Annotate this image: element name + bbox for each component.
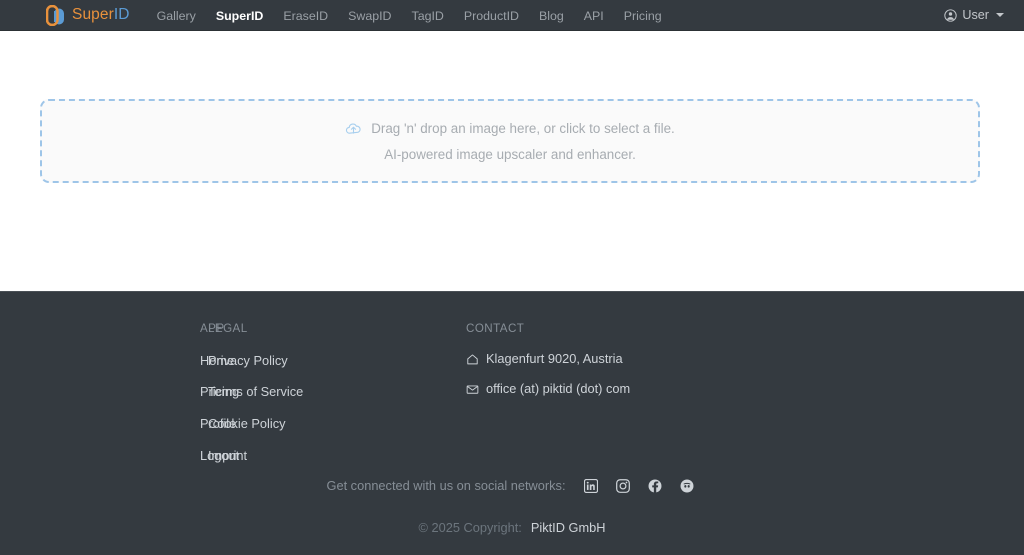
dropzone-primary-text: Drag 'n' drop an image here, or click to… xyxy=(371,122,675,135)
app-page: SuperID Gallery SuperID EraseID SwapID T… xyxy=(0,0,1024,555)
site-footer: APP Home Pricing Profile Logout LEGAL Pr… xyxy=(0,291,1024,555)
footer-column-contact: CONTACT Klagenfurt 9020, Austria office … xyxy=(466,323,766,480)
contact-address-label: Klagenfurt 9020, Austria xyxy=(486,353,623,366)
brand-logo-link[interactable]: SuperID xyxy=(46,5,130,26)
home-icon xyxy=(466,353,479,366)
main-content: Drag 'n' drop an image here, or click to… xyxy=(0,31,1024,291)
footer-link-imprint[interactable]: Imprint xyxy=(208,448,247,463)
list-item[interactable]: Home xyxy=(200,353,208,368)
chevron-down-icon xyxy=(996,13,1004,17)
user-menu-label: User xyxy=(962,8,989,22)
list-item[interactable]: Logout xyxy=(200,448,208,463)
navbar-right: User xyxy=(938,5,1010,25)
footer-link-cookie-policy[interactable]: Cookie Policy xyxy=(208,416,286,431)
list-item[interactable]: Cookie Policy xyxy=(208,416,466,431)
brand-text-id: ID xyxy=(114,6,130,23)
user-circle-icon xyxy=(944,9,957,22)
social-networks-bar: Get connected with us on social networks… xyxy=(0,479,1024,493)
nav-item-eraseid[interactable]: EraseID xyxy=(273,7,338,23)
footer-app-links: Home Pricing Profile Logout xyxy=(200,353,208,463)
nav-item-productid[interactable]: ProductID xyxy=(454,7,529,23)
nav-link-gallery[interactable]: Gallery xyxy=(147,6,206,26)
footer-columns: APP Home Pricing Profile Logout LEGAL Pr… xyxy=(0,292,1024,480)
footer-contact-title: CONTACT xyxy=(466,323,766,335)
nav-item-pricing[interactable]: Pricing xyxy=(614,7,672,23)
envelope-icon xyxy=(466,383,479,396)
footer-link-privacy-policy[interactable]: Privacy Policy xyxy=(208,353,288,368)
nav-link-superid[interactable]: SuperID xyxy=(206,6,274,26)
brand-text: SuperID xyxy=(72,6,130,24)
dropzone-secondary-text: AI-powered image upscaler and enhancer. xyxy=(384,148,636,161)
facebook-icon[interactable] xyxy=(648,479,662,493)
nav-item-api[interactable]: API xyxy=(574,7,614,23)
nav-link-swapid[interactable]: SwapID xyxy=(338,6,401,26)
nav-link-api[interactable]: API xyxy=(574,6,614,26)
footer-link-terms-of-service[interactable]: Terms of Service xyxy=(208,384,303,399)
discord-icon[interactable] xyxy=(680,479,694,493)
nav-link-tagid[interactable]: TagID xyxy=(402,6,454,26)
list-item[interactable]: Privacy Policy xyxy=(208,353,466,368)
copyright-prefix: © 2025 Copyright: xyxy=(418,520,521,535)
footer-column-app: APP Home Pricing Profile Logout xyxy=(0,323,208,480)
social-networks-label: Get connected with us on social networks… xyxy=(327,480,566,493)
nav-link-pricing[interactable]: Pricing xyxy=(614,6,672,26)
top-navbar: SuperID Gallery SuperID EraseID SwapID T… xyxy=(0,0,1024,31)
list-item[interactable]: Profile xyxy=(200,416,208,431)
cloud-upload-icon xyxy=(345,120,362,137)
brand-text-super: Super xyxy=(72,6,114,23)
linkedin-icon[interactable] xyxy=(584,479,598,493)
nav-item-blog[interactable]: Blog xyxy=(529,7,574,23)
image-dropzone[interactable]: Drag 'n' drop an image here, or click to… xyxy=(40,99,980,183)
copyright-company: PiktID GmbH xyxy=(531,520,606,535)
list-item[interactable]: Imprint xyxy=(208,448,466,463)
list-item[interactable]: Pricing xyxy=(200,384,208,399)
contact-email-label: office (at) piktid (dot) com xyxy=(486,383,630,396)
nav-link-blog[interactable]: Blog xyxy=(529,6,574,26)
contact-address-row: Klagenfurt 9020, Austria xyxy=(466,353,766,366)
contact-email-row: office (at) piktid (dot) com xyxy=(466,383,766,396)
nav-item-tagid[interactable]: TagID xyxy=(402,7,454,23)
user-menu-button[interactable]: User xyxy=(938,5,1010,25)
nav-link-eraseid[interactable]: EraseID xyxy=(273,6,338,26)
nav-link-productid[interactable]: ProductID xyxy=(454,6,529,26)
footer-legal-title: LEGAL xyxy=(208,323,466,335)
footer-column-legal: LEGAL Privacy Policy Terms of Service Co… xyxy=(208,323,466,480)
instagram-icon[interactable] xyxy=(616,479,630,493)
footer-legal-links: Privacy Policy Terms of Service Cookie P… xyxy=(208,353,466,463)
footer-app-title: APP xyxy=(200,323,208,335)
nav-item-superid[interactable]: SuperID xyxy=(206,7,274,23)
dropzone-primary-row: Drag 'n' drop an image here, or click to… xyxy=(345,120,675,137)
nav-item-gallery[interactable]: Gallery xyxy=(147,7,206,23)
nav-item-swapid[interactable]: SwapID xyxy=(338,7,401,23)
primary-nav: Gallery SuperID EraseID SwapID TagID Pro… xyxy=(147,7,672,23)
copyright-line: © 2025 Copyright: PiktID GmbH xyxy=(0,522,1024,535)
superid-logo-icon xyxy=(46,5,65,26)
list-item[interactable]: Terms of Service xyxy=(208,384,466,399)
